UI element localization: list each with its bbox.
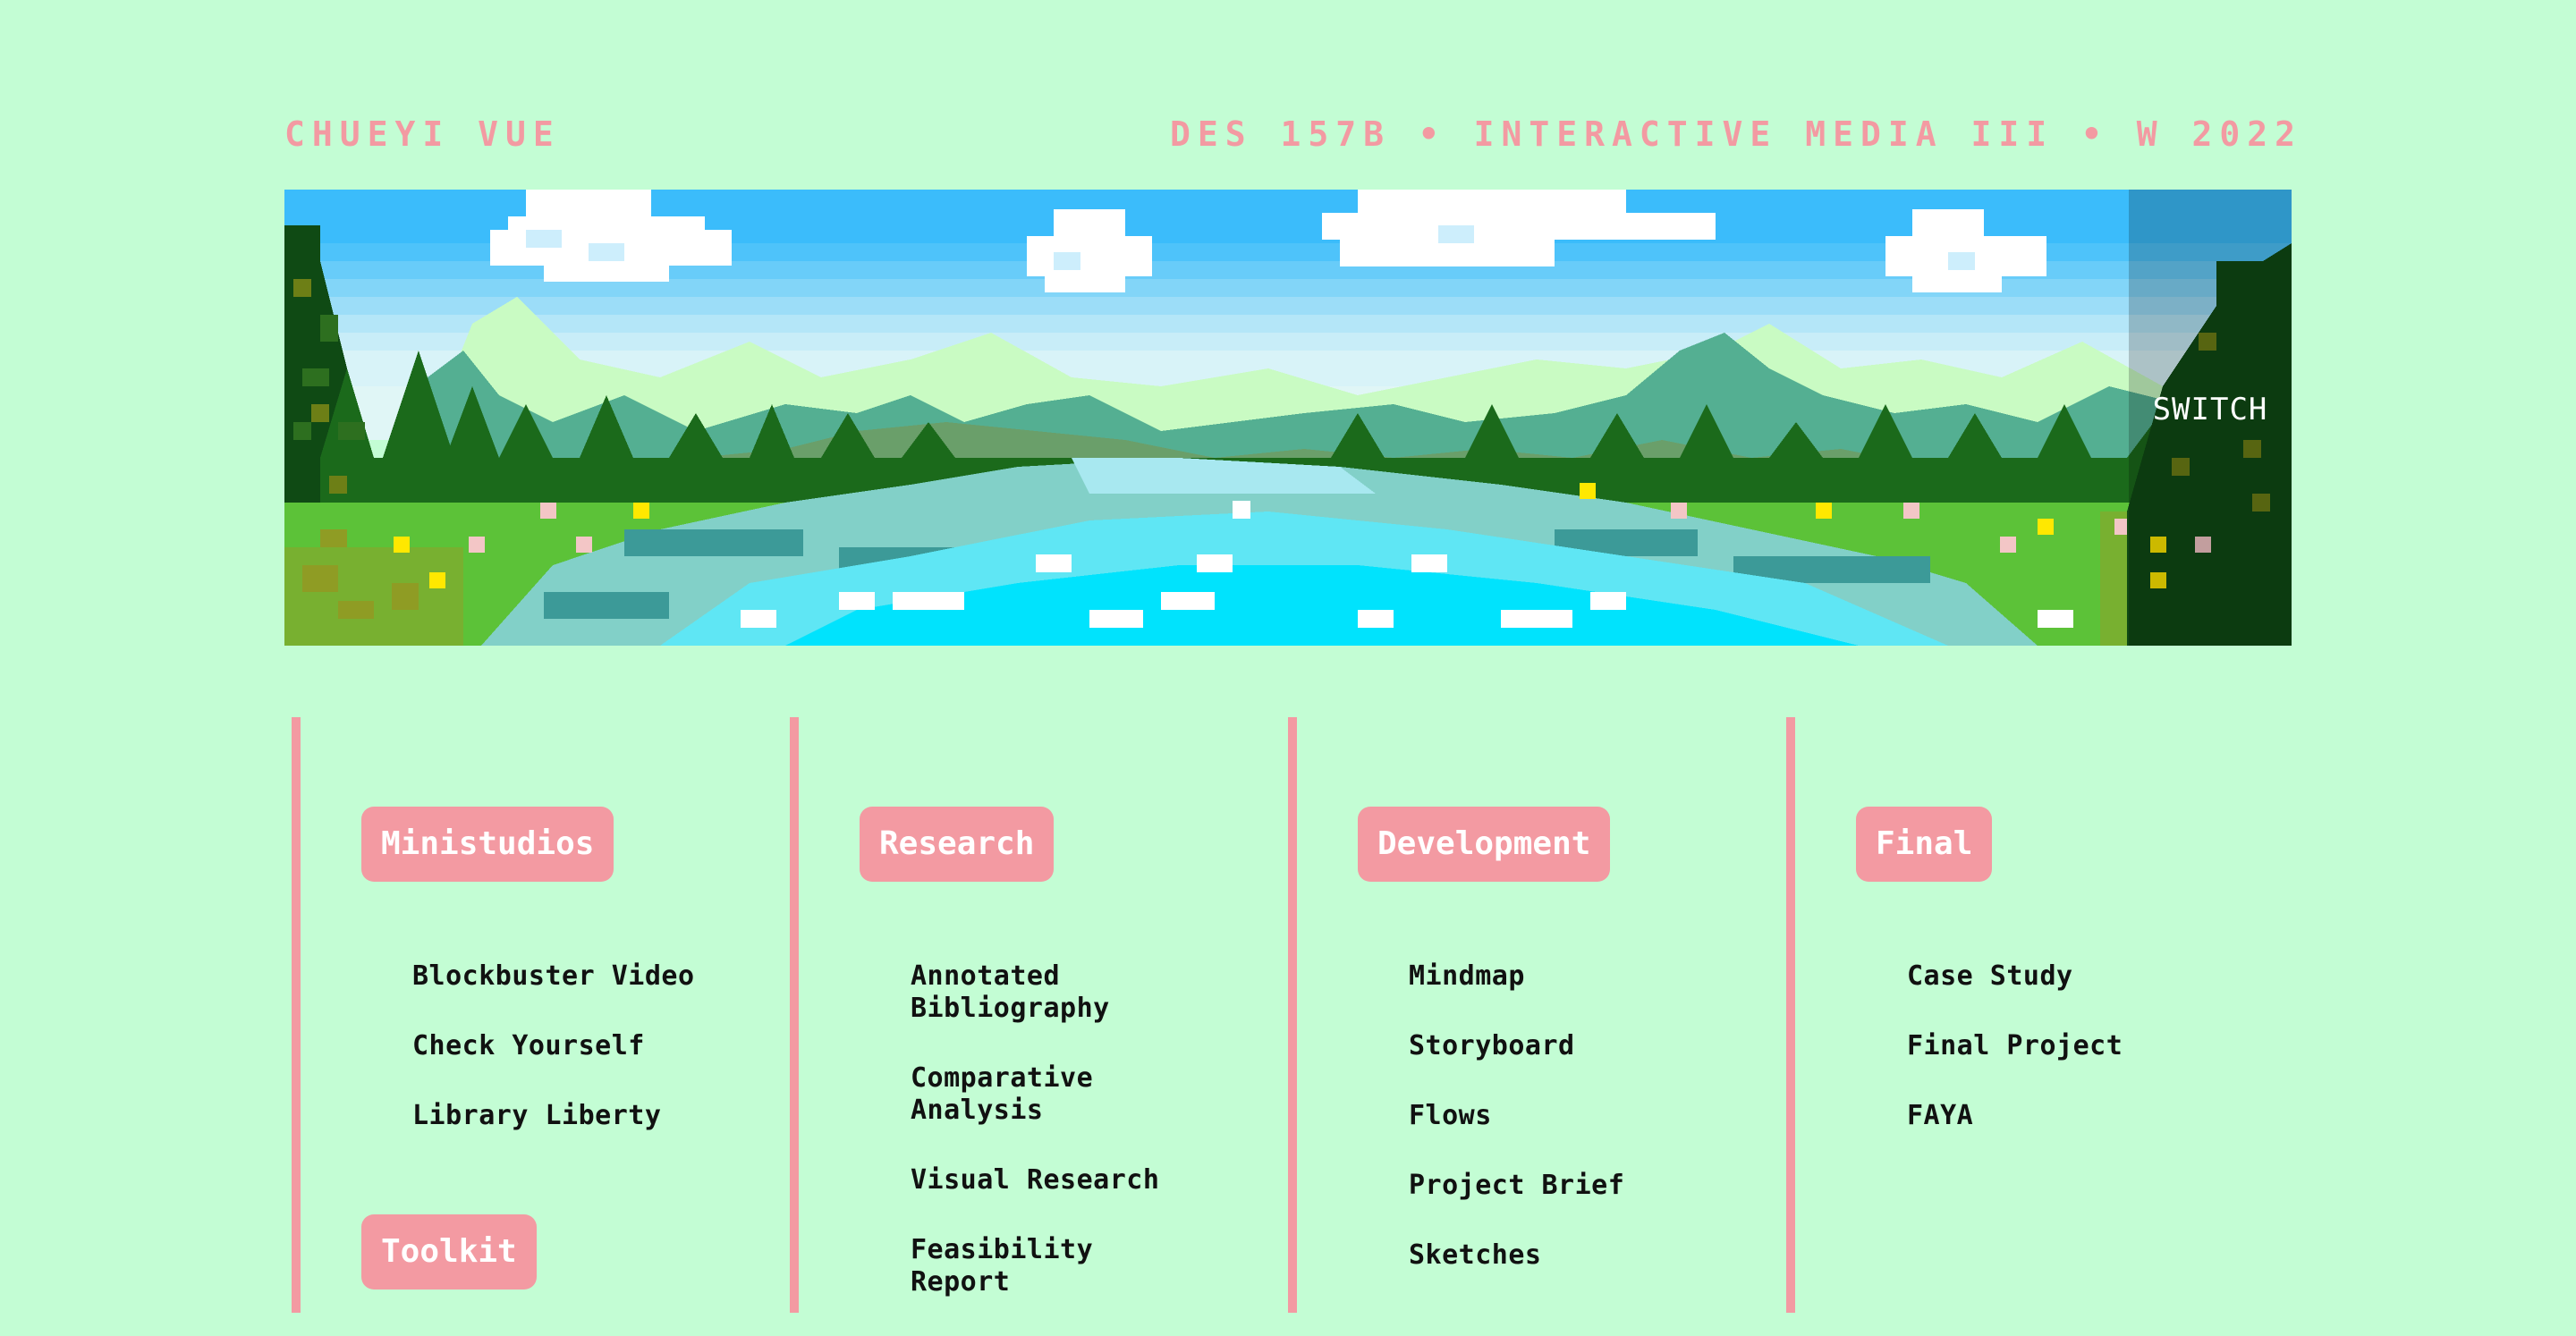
list-item: FAYA (1907, 1100, 2202, 1132)
link-flows[interactable]: Flows (1409, 1100, 1704, 1132)
link-mindmap[interactable]: Mindmap (1409, 960, 1704, 993)
link-library-liberty[interactable]: Library Liberty (412, 1100, 708, 1132)
list-item: Sketches (1409, 1239, 1704, 1272)
list-item: Annotated Bibliography (911, 960, 1206, 1025)
site-owner-name: CHUEYI VUE (284, 114, 561, 154)
ministudios-column: Ministudios Blockbuster Video Check Your… (292, 717, 775, 1313)
category-toolkit[interactable]: Toolkit (361, 1214, 537, 1289)
course-title: DES 157B • INTERACTIVE MEDIA III • W 202… (1170, 114, 2302, 154)
development-links: Mindmap Storyboard Flows Project Brief S… (1409, 960, 1704, 1309)
switch-label: SWITCH (2152, 392, 2268, 427)
link-final-project[interactable]: Final Project (1907, 1030, 2202, 1062)
link-comparative-analysis[interactable]: Comparative Analysis (911, 1062, 1125, 1127)
final-column: Final Case Study Final Project FAYA (1786, 717, 2269, 1313)
link-storyboard[interactable]: Storyboard (1409, 1030, 1704, 1062)
list-item: Flows (1409, 1100, 1704, 1132)
list-item: Project Brief (1409, 1170, 1704, 1202)
list-item: Visual Research (911, 1164, 1206, 1196)
category-research[interactable]: Research (860, 807, 1055, 882)
link-annotated-bibliography[interactable]: Annotated Bibliography (911, 960, 1125, 1025)
link-sketches[interactable]: Sketches (1409, 1239, 1704, 1272)
list-item: Case Study (1907, 960, 2202, 993)
research-column: Research Annotated Bibliography Comparat… (790, 717, 1273, 1313)
link-blockbuster-video[interactable]: Blockbuster Video (412, 960, 708, 993)
list-item: Final Project (1907, 1030, 2202, 1062)
switch-theme-button[interactable]: SWITCH (2129, 190, 2292, 646)
category-ministudios[interactable]: Ministudios (361, 807, 614, 882)
list-item: Feasibility Report (911, 1234, 1206, 1298)
list-item: Check Yourself (412, 1030, 708, 1062)
link-visual-research[interactable]: Visual Research (911, 1164, 1206, 1196)
list-item: Storyboard (1409, 1030, 1704, 1062)
list-item: Mindmap (1409, 960, 1704, 993)
category-development[interactable]: Development (1358, 807, 1611, 882)
list-item: Comparative Analysis (911, 1062, 1206, 1127)
link-project-brief[interactable]: Project Brief (1409, 1170, 1704, 1202)
final-links: Case Study Final Project FAYA (1907, 960, 2202, 1170)
link-case-study[interactable]: Case Study (1907, 960, 2202, 993)
development-column: Development Mindmap Storyboard Flows Pro… (1288, 717, 1771, 1313)
list-item: Library Liberty (412, 1100, 708, 1132)
ministudios-links: Blockbuster Video Check Yourself Library… (412, 960, 708, 1170)
research-links: Annotated Bibliography Comparative Analy… (911, 960, 1206, 1336)
category-final[interactable]: Final (1856, 807, 1993, 882)
list-item: Blockbuster Video (412, 960, 708, 993)
landscape-illustration (284, 190, 2292, 646)
pixel-landscape-banner: SWITCH (284, 190, 2292, 646)
link-feasibility-report[interactable]: Feasibility Report (911, 1234, 1206, 1298)
link-faya[interactable]: FAYA (1907, 1100, 2202, 1132)
link-check-yourself[interactable]: Check Yourself (412, 1030, 708, 1062)
